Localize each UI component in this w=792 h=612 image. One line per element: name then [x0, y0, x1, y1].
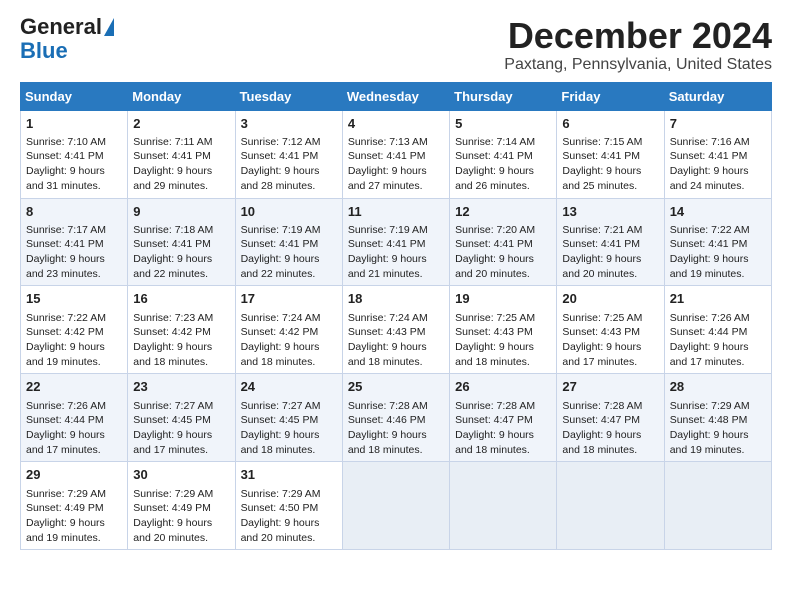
title-block: December 2024 Paxtang, Pennsylvania, Uni… [504, 16, 772, 74]
header-friday: Friday [557, 82, 664, 110]
day-number: 26 [455, 378, 551, 396]
day-cell: 24Sunrise: 7:27 AMSunset: 4:45 PMDayligh… [235, 374, 342, 462]
day-cell: 18Sunrise: 7:24 AMSunset: 4:43 PMDayligh… [342, 286, 449, 374]
week-row-2: 8Sunrise: 7:17 AMSunset: 4:41 PMDaylight… [21, 198, 772, 286]
day-number: 1 [26, 115, 122, 133]
logo-blue: Blue [20, 38, 68, 64]
day-cell: 11Sunrise: 7:19 AMSunset: 4:41 PMDayligh… [342, 198, 449, 286]
day-cell: 22Sunrise: 7:26 AMSunset: 4:44 PMDayligh… [21, 374, 128, 462]
day-number: 28 [670, 378, 766, 396]
day-number: 10 [241, 203, 337, 221]
day-cell: 21Sunrise: 7:26 AMSunset: 4:44 PMDayligh… [664, 286, 771, 374]
day-number: 16 [133, 290, 229, 308]
day-number: 19 [455, 290, 551, 308]
day-cell: 14Sunrise: 7:22 AMSunset: 4:41 PMDayligh… [664, 198, 771, 286]
day-cell: 28Sunrise: 7:29 AMSunset: 4:48 PMDayligh… [664, 374, 771, 462]
day-cell: 15Sunrise: 7:22 AMSunset: 4:42 PMDayligh… [21, 286, 128, 374]
day-cell: 30Sunrise: 7:29 AMSunset: 4:49 PMDayligh… [128, 462, 235, 550]
header-wednesday: Wednesday [342, 82, 449, 110]
day-number: 15 [26, 290, 122, 308]
header-sunday: Sunday [21, 82, 128, 110]
day-number: 7 [670, 115, 766, 133]
header-saturday: Saturday [664, 82, 771, 110]
header: General Blue December 2024 Paxtang, Penn… [20, 16, 772, 74]
logo-general: General [20, 16, 102, 38]
week-row-5: 29Sunrise: 7:29 AMSunset: 4:49 PMDayligh… [21, 462, 772, 550]
day-cell: 16Sunrise: 7:23 AMSunset: 4:42 PMDayligh… [128, 286, 235, 374]
day-number: 23 [133, 378, 229, 396]
day-cell [664, 462, 771, 550]
week-row-3: 15Sunrise: 7:22 AMSunset: 4:42 PMDayligh… [21, 286, 772, 374]
day-number: 3 [241, 115, 337, 133]
header-thursday: Thursday [450, 82, 557, 110]
day-cell: 20Sunrise: 7:25 AMSunset: 4:43 PMDayligh… [557, 286, 664, 374]
day-number: 4 [348, 115, 444, 133]
day-number: 13 [562, 203, 658, 221]
day-number: 22 [26, 378, 122, 396]
day-number: 20 [562, 290, 658, 308]
day-number: 14 [670, 203, 766, 221]
day-cell: 5Sunrise: 7:14 AMSunset: 4:41 PMDaylight… [450, 110, 557, 198]
day-number: 17 [241, 290, 337, 308]
day-cell: 25Sunrise: 7:28 AMSunset: 4:46 PMDayligh… [342, 374, 449, 462]
day-cell: 7Sunrise: 7:16 AMSunset: 4:41 PMDaylight… [664, 110, 771, 198]
day-number: 6 [562, 115, 658, 133]
day-number: 31 [241, 466, 337, 484]
day-cell [557, 462, 664, 550]
day-number: 9 [133, 203, 229, 221]
day-cell: 29Sunrise: 7:29 AMSunset: 4:49 PMDayligh… [21, 462, 128, 550]
day-cell: 10Sunrise: 7:19 AMSunset: 4:41 PMDayligh… [235, 198, 342, 286]
day-cell: 12Sunrise: 7:20 AMSunset: 4:41 PMDayligh… [450, 198, 557, 286]
day-cell [342, 462, 449, 550]
calendar-header-row: SundayMondayTuesdayWednesdayThursdayFrid… [21, 82, 772, 110]
day-number: 2 [133, 115, 229, 133]
day-cell: 3Sunrise: 7:12 AMSunset: 4:41 PMDaylight… [235, 110, 342, 198]
logo: General Blue [20, 16, 114, 64]
day-number: 12 [455, 203, 551, 221]
header-tuesday: Tuesday [235, 82, 342, 110]
day-cell: 8Sunrise: 7:17 AMSunset: 4:41 PMDaylight… [21, 198, 128, 286]
day-cell: 23Sunrise: 7:27 AMSunset: 4:45 PMDayligh… [128, 374, 235, 462]
header-monday: Monday [128, 82, 235, 110]
page-subtitle: Paxtang, Pennsylvania, United States [504, 56, 772, 74]
day-number: 11 [348, 203, 444, 221]
week-row-1: 1Sunrise: 7:10 AMSunset: 4:41 PMDaylight… [21, 110, 772, 198]
week-row-4: 22Sunrise: 7:26 AMSunset: 4:44 PMDayligh… [21, 374, 772, 462]
day-cell: 2Sunrise: 7:11 AMSunset: 4:41 PMDaylight… [128, 110, 235, 198]
day-cell [450, 462, 557, 550]
day-cell: 6Sunrise: 7:15 AMSunset: 4:41 PMDaylight… [557, 110, 664, 198]
day-cell: 27Sunrise: 7:28 AMSunset: 4:47 PMDayligh… [557, 374, 664, 462]
day-cell: 19Sunrise: 7:25 AMSunset: 4:43 PMDayligh… [450, 286, 557, 374]
page-title: December 2024 [504, 16, 772, 56]
day-cell: 13Sunrise: 7:21 AMSunset: 4:41 PMDayligh… [557, 198, 664, 286]
day-number: 30 [133, 466, 229, 484]
day-cell: 4Sunrise: 7:13 AMSunset: 4:41 PMDaylight… [342, 110, 449, 198]
day-number: 29 [26, 466, 122, 484]
day-cell: 1Sunrise: 7:10 AMSunset: 4:41 PMDaylight… [21, 110, 128, 198]
day-number: 27 [562, 378, 658, 396]
day-number: 5 [455, 115, 551, 133]
day-cell: 26Sunrise: 7:28 AMSunset: 4:47 PMDayligh… [450, 374, 557, 462]
logo-triangle-icon [104, 18, 114, 36]
day-number: 18 [348, 290, 444, 308]
day-number: 21 [670, 290, 766, 308]
day-number: 25 [348, 378, 444, 396]
day-cell: 9Sunrise: 7:18 AMSunset: 4:41 PMDaylight… [128, 198, 235, 286]
calendar-table: SundayMondayTuesdayWednesdayThursdayFrid… [20, 82, 772, 551]
day-cell: 31Sunrise: 7:29 AMSunset: 4:50 PMDayligh… [235, 462, 342, 550]
day-number: 8 [26, 203, 122, 221]
day-cell: 17Sunrise: 7:24 AMSunset: 4:42 PMDayligh… [235, 286, 342, 374]
day-number: 24 [241, 378, 337, 396]
